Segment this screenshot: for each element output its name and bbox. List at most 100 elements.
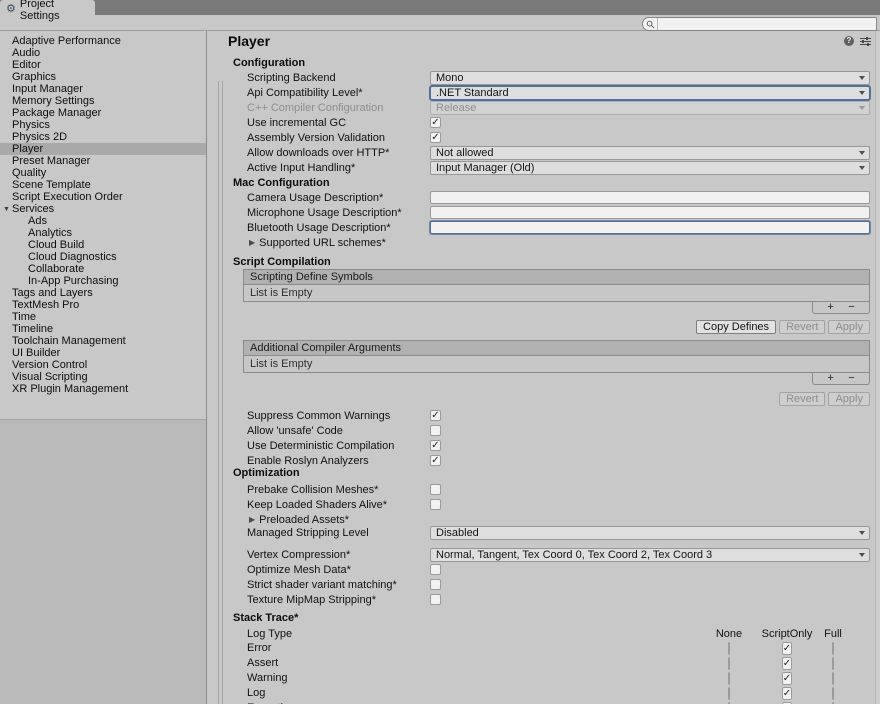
sidebar-item-input-manager[interactable]: Input Manager (0, 83, 206, 95)
row-log-type-header: Log Type None ScriptOnly Full (247, 626, 870, 641)
sidebar-item-memory-settings[interactable]: Memory Settings (0, 95, 206, 107)
stripping-level-dropdown[interactable]: Disabled (430, 526, 870, 540)
unsafe-code-checkbox[interactable] (430, 425, 441, 436)
sidebar-item-label: TextMesh Pro (12, 299, 79, 311)
warning-full-checkbox[interactable] (832, 672, 834, 685)
sidebar-item-script-execution-order[interactable]: Script Execution Order (0, 191, 206, 203)
sidebar-item-preset-manager[interactable]: Preset Manager (0, 155, 206, 167)
row-api-compatibility: Api Compatibility Level* .NET Standard (247, 85, 870, 100)
search-input[interactable] (658, 19, 876, 29)
help-icon[interactable]: ? (844, 36, 854, 46)
row-microphone-usage: Microphone Usage Description* (247, 205, 870, 220)
log-full-checkbox[interactable] (832, 687, 834, 700)
input-handling-dropdown[interactable]: Input Manager (Old) (430, 161, 870, 175)
keep-shaders-checkbox[interactable] (430, 499, 441, 510)
sidebar-item-editor[interactable]: Editor (0, 59, 206, 71)
foldout-closed-icon[interactable]: ▶ (249, 515, 255, 524)
tab-bar (0, 0, 880, 16)
preset-icon[interactable] (860, 36, 871, 47)
sidebar-item-analytics[interactable]: Analytics (0, 227, 206, 239)
vertical-scrollbar[interactable] (875, 31, 880, 704)
sidebar-item-ui-builder[interactable]: UI Builder (0, 347, 206, 359)
warning-none-checkbox[interactable] (728, 672, 730, 685)
scripting-backend-dropdown[interactable]: Mono (430, 71, 870, 85)
sidebar-item-services[interactable]: ▼Services (0, 203, 206, 215)
remove-item-button[interactable]: − (848, 374, 854, 383)
field-label: Allow 'unsafe' Code (247, 425, 430, 437)
incremental-gc-checkbox[interactable]: ✓ (430, 117, 441, 128)
vertex-compression-dropdown[interactable]: Normal, Tangent, Tex Coord 0, Tex Coord … (430, 548, 870, 562)
add-item-button[interactable]: + (827, 303, 833, 312)
sidebar-item-label: Ads (28, 215, 47, 227)
sidebar-item-collaborate[interactable]: Collaborate (0, 263, 206, 275)
dropdown-value: Release (436, 102, 476, 114)
sidebar-item-physics-2d[interactable]: Physics 2D (0, 131, 206, 143)
sidebar-item-adaptive-performance[interactable]: Adaptive Performance (0, 35, 206, 47)
error-full-checkbox[interactable] (832, 642, 834, 655)
list-empty-text: List is Empty (243, 285, 870, 302)
sidebar-item-tags-and-layers[interactable]: Tags and Layers (0, 287, 206, 299)
row-scripting-backend: Scripting Backend Mono (247, 70, 870, 85)
row-supported-url-schemes[interactable]: ▶ Supported URL schemes* (247, 235, 870, 250)
remove-item-button[interactable]: − (848, 303, 854, 312)
sidebar-item-label: Preset Manager (12, 155, 90, 167)
sidebar-item-toolchain-management[interactable]: Toolchain Management (0, 335, 206, 347)
sidebar-item-player[interactable]: Player (0, 143, 206, 155)
deterministic-compilation-checkbox[interactable]: ✓ (430, 440, 441, 451)
sidebar-item-audio[interactable]: Audio (0, 47, 206, 59)
chevron-down-icon (859, 531, 865, 535)
sidebar-item-ads[interactable]: Ads (0, 215, 206, 227)
error-scriptonly-checkbox[interactable]: ✓ (782, 642, 792, 655)
sidebar-item-quality[interactable]: Quality (0, 167, 206, 179)
assert-full-checkbox[interactable] (832, 657, 834, 670)
copy-defines-button[interactable]: Copy Defines (696, 320, 776, 334)
sidebar-item-cloud-diagnostics[interactable]: Cloud Diagnostics (0, 251, 206, 263)
foldout-closed-icon[interactable]: ▶ (249, 238, 255, 247)
field-label: Bluetooth Usage Description* (247, 222, 430, 234)
sidebar-item-package-manager[interactable]: Package Manager (0, 107, 206, 119)
chevron-down-icon (859, 553, 865, 557)
log-none-checkbox[interactable] (728, 687, 730, 700)
sidebar-item-version-control[interactable]: Version Control (0, 359, 206, 371)
tab-project-settings[interactable]: ⚙ Project Settings (0, 0, 95, 19)
section-optimization: Optimization (233, 467, 300, 480)
sidebar-item-physics[interactable]: Physics (0, 119, 206, 131)
error-none-checkbox[interactable] (728, 642, 730, 655)
sidebar-item-textmesh-pro[interactable]: TextMesh Pro (0, 299, 206, 311)
warning-scriptonly-checkbox[interactable]: ✓ (782, 672, 792, 685)
search-box[interactable] (642, 17, 877, 31)
dropdown-value: Disabled (436, 527, 479, 539)
list-header: Additional Compiler Arguments (243, 340, 870, 356)
optimize-mesh-checkbox[interactable] (430, 564, 441, 575)
strict-shader-checkbox[interactable] (430, 579, 441, 590)
sidebar-item-time[interactable]: Time (0, 311, 206, 323)
log-scriptonly-checkbox[interactable]: ✓ (782, 687, 792, 700)
assert-none-checkbox[interactable] (728, 657, 730, 670)
add-item-button[interactable]: + (827, 374, 833, 383)
sidebar-item-label: Cloud Build (28, 239, 84, 251)
prebake-collision-checkbox[interactable] (430, 484, 441, 495)
sidebar-item-xr-plugin-management[interactable]: XR Plugin Management (0, 383, 206, 395)
field-label: C++ Compiler Configuration (247, 102, 430, 114)
sidebar-item-cloud-build[interactable]: Cloud Build (0, 239, 206, 251)
camera-usage-input[interactable] (430, 191, 870, 204)
roslyn-analyzers-checkbox[interactable]: ✓ (430, 455, 441, 466)
sidebar-item-graphics[interactable]: Graphics (0, 71, 206, 83)
sidebar-item-label: Package Manager (12, 107, 101, 119)
sidebar-item-scene-template[interactable]: Scene Template (0, 179, 206, 191)
section-stack-trace: Stack Trace* (233, 612, 298, 625)
api-compatibility-dropdown[interactable]: .NET Standard (430, 86, 870, 100)
mipmap-stripping-checkbox[interactable] (430, 594, 441, 605)
http-downloads-dropdown[interactable]: Not allowed (430, 146, 870, 160)
revert-button: Revert (779, 320, 825, 334)
suppress-warnings-checkbox[interactable]: ✓ (430, 410, 441, 421)
assembly-validation-checkbox[interactable]: ✓ (430, 132, 441, 143)
assert-scriptonly-checkbox[interactable]: ✓ (782, 657, 792, 670)
bluetooth-usage-input[interactable] (430, 221, 870, 234)
sidebar-item-visual-scripting[interactable]: Visual Scripting (0, 371, 206, 383)
sidebar-item-label: Script Execution Order (12, 191, 123, 203)
row-assembly-validation: Assembly Version Validation ✓ (247, 130, 870, 145)
sidebar-item-timeline[interactable]: Timeline (0, 323, 206, 335)
sidebar-item-in-app-purchasing[interactable]: In-App Purchasing (0, 275, 206, 287)
microphone-usage-input[interactable] (430, 206, 870, 219)
